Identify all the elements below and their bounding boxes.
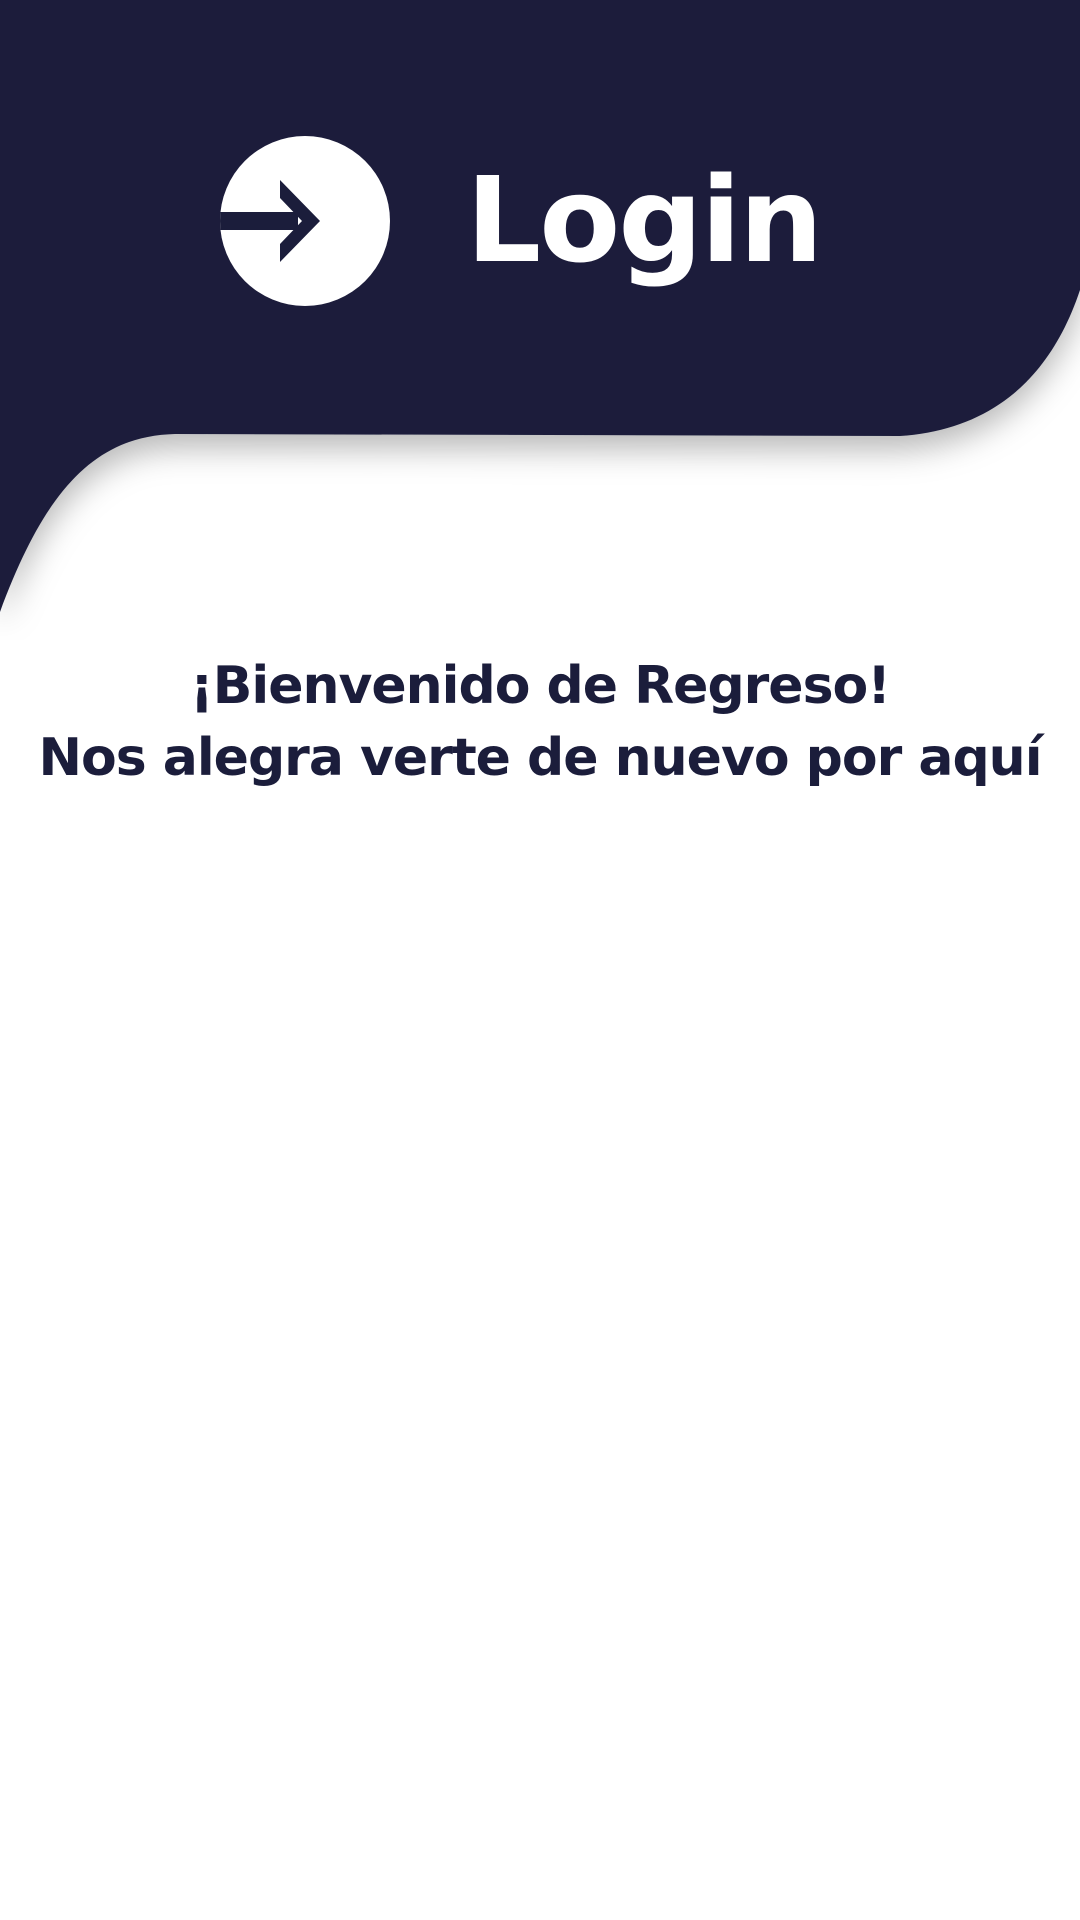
login-arrow-icon (220, 136, 390, 306)
welcome-message: ¡Bienvenido de Regreso! Nos alegra verte… (0, 650, 1080, 794)
login-screen: Login ¡Bienvenido de Regreso! Nos alegra… (0, 0, 1080, 1920)
header-wave-background (0, 0, 1080, 612)
welcome-subheading: Nos alegra verte de nuevo por aquí (38, 728, 1042, 788)
page-title: Login (466, 151, 823, 289)
welcome-heading: ¡Bienvenido de Regreso! (190, 656, 891, 716)
